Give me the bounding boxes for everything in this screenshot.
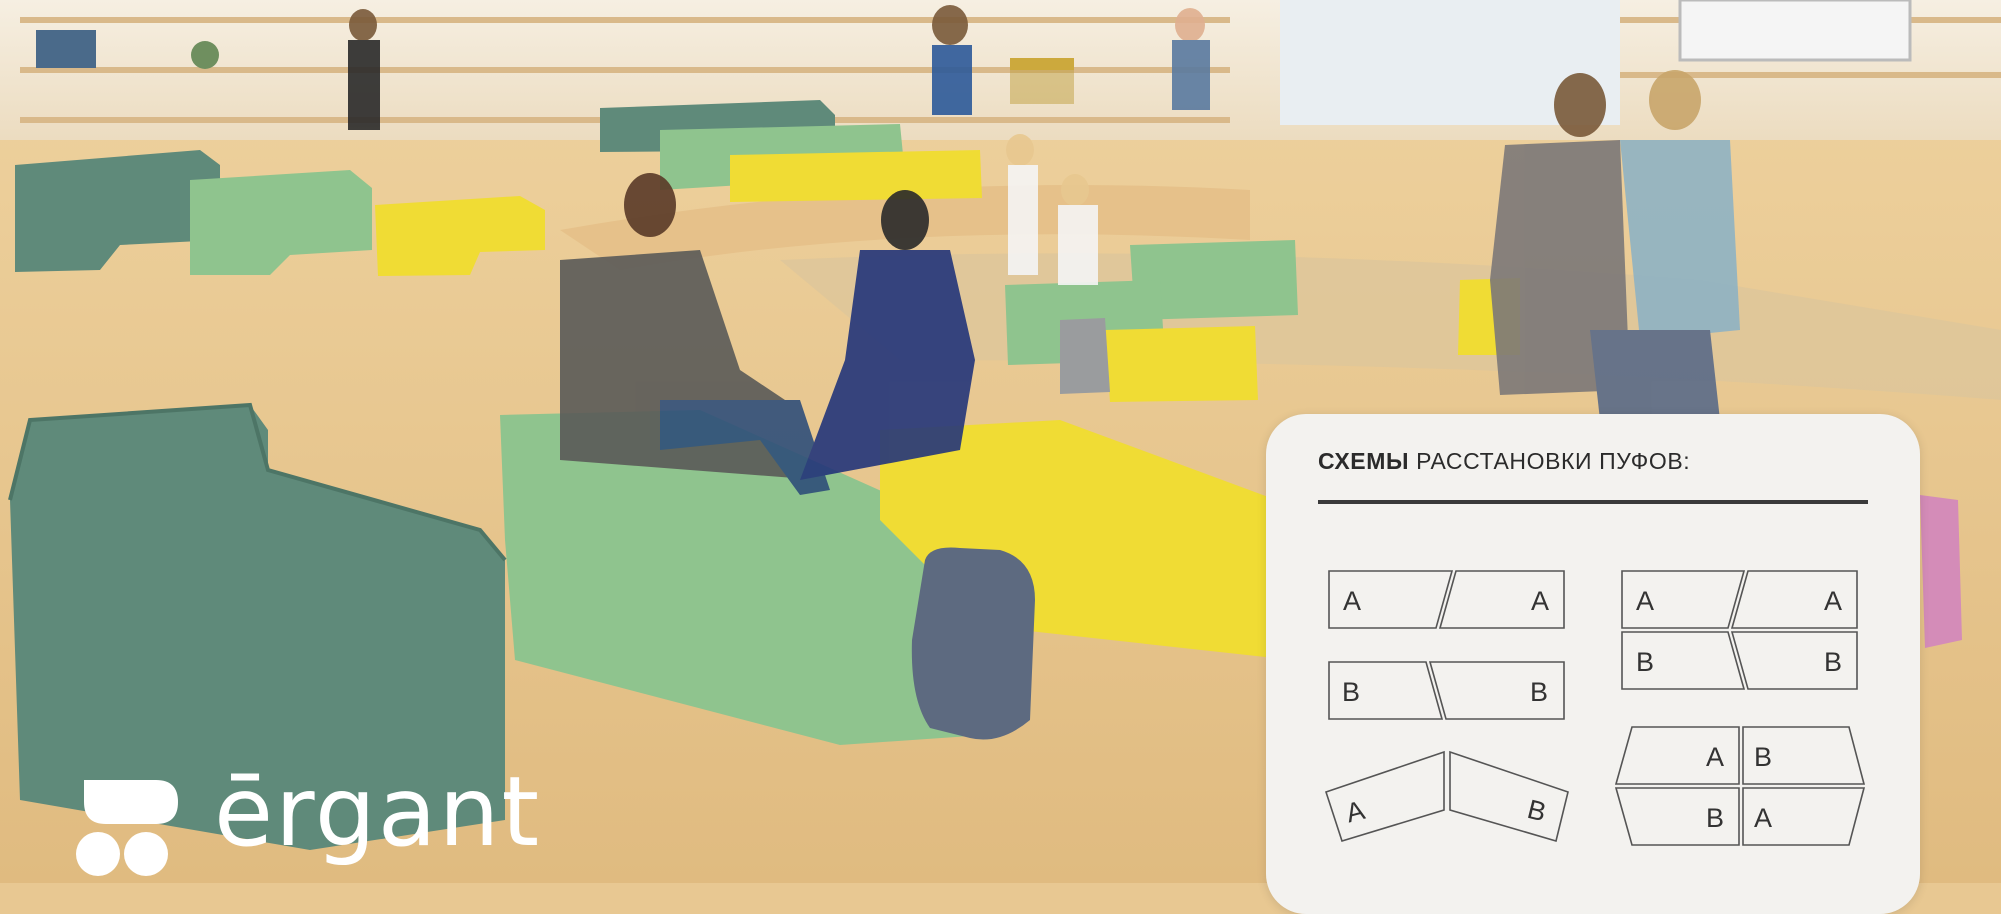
- scheme-4: A A B B: [1621, 570, 1858, 690]
- scheme-2-label-2: B: [1530, 677, 1548, 707]
- schemes-diagram: A A B B A B A A B B A B B A: [1324, 570, 1866, 846]
- pouf-arrangement-panel: СХЕМЫ РАССТАНОВКИ ПУФОВ: A A B B A B A A…: [1266, 414, 1920, 914]
- scheme-5-label-3: B: [1706, 803, 1724, 833]
- scheme-4-label-3: B: [1636, 647, 1654, 677]
- scheme-5-label-2: B: [1754, 742, 1772, 772]
- scheme-3: A B: [1324, 750, 1569, 843]
- scheme-4-label-2: A: [1824, 586, 1842, 616]
- ergant-logo: ērgant: [74, 764, 594, 888]
- brand-name: ērgant: [214, 756, 542, 868]
- scheme-2-label-1: B: [1342, 677, 1360, 707]
- scheme-5-label-4: A: [1754, 803, 1772, 833]
- scheme-1: A A: [1328, 570, 1565, 629]
- scheme-1-label-2: A: [1531, 586, 1549, 616]
- scheme-4-label-4: B: [1824, 647, 1842, 677]
- ergant-logo-mark-icon: [76, 780, 178, 876]
- scheme-5: A B B A: [1614, 726, 1866, 846]
- scheme-5-label-1: A: [1706, 742, 1724, 772]
- scheme-1-label-1: A: [1343, 586, 1361, 616]
- scheme-2: B B: [1328, 661, 1565, 720]
- scheme-4-label-1: A: [1636, 586, 1654, 616]
- scheme-3-seg-a: [1324, 750, 1445, 842]
- scheme-3-seg-b: [1449, 750, 1569, 843]
